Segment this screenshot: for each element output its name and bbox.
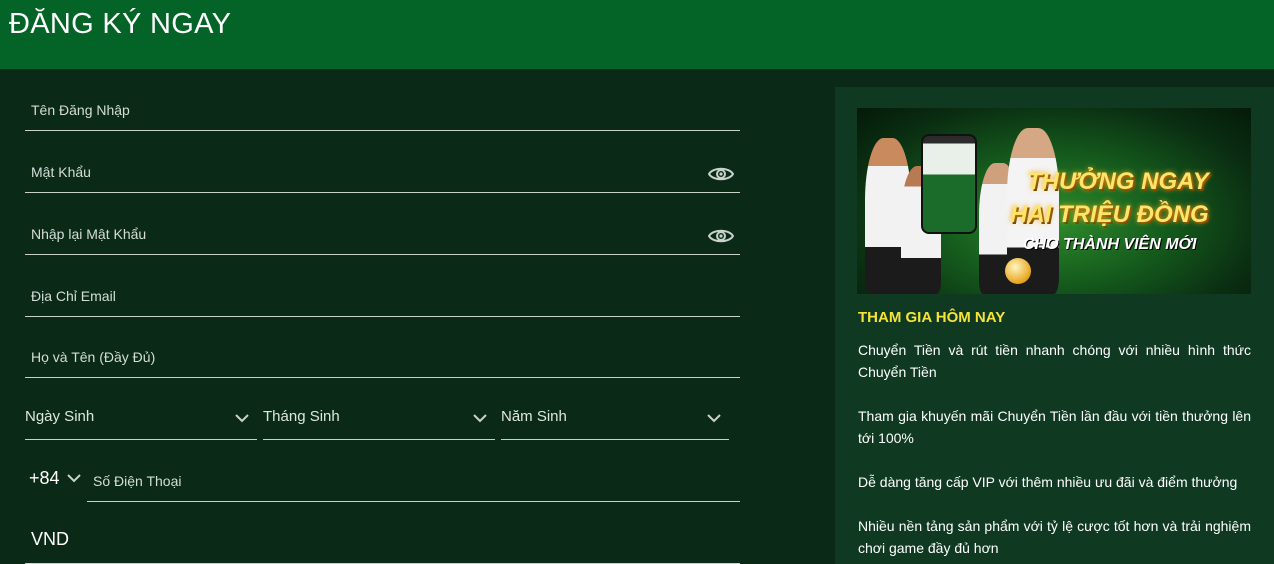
banner-phone-graphic xyxy=(921,134,977,234)
email-field-wrapper xyxy=(25,277,740,317)
benefit-paragraph: Tham gia khuyến mãi Chuyển Tiền lần đầu … xyxy=(858,408,1251,446)
join-today-heading: THAM GIA HÔM NAY xyxy=(858,309,1006,326)
birth-month-select[interactable]: Tháng Sinh xyxy=(263,392,495,440)
confirm-password-field-wrapper xyxy=(25,215,740,255)
password-field-wrapper xyxy=(25,153,740,193)
banner-subheadline: CHO THÀNH VIÊN MỚI xyxy=(1023,236,1197,253)
promo-banner: THƯỞNG NGAY HAI TRIỆU ĐỒNG CHO THÀNH VIÊ… xyxy=(857,108,1251,294)
benefit-paragraph: Dễ dàng tăng cấp VIP với thêm nhiều ưu đ… xyxy=(858,474,1238,490)
page-header: ĐĂNG KÝ NGAY xyxy=(0,0,1274,69)
phone-input[interactable] xyxy=(93,473,693,489)
banner-ball-graphic xyxy=(1005,258,1031,284)
banner-headline-line2: HAI TRIỆU ĐỒNG xyxy=(1010,201,1209,228)
eye-icon[interactable] xyxy=(708,227,734,245)
username-field-wrapper xyxy=(25,91,740,131)
birth-year-select[interactable]: Năm Sinh xyxy=(501,392,729,440)
email-input[interactable] xyxy=(31,288,671,304)
benefit-paragraph: Chuyển Tiền và rút tiền nhanh chóng với … xyxy=(858,342,1251,380)
banner-headline-line1: THƯỞNG NGAY xyxy=(1027,168,1209,195)
birth-month-label: Tháng Sinh xyxy=(263,408,340,425)
fullname-input[interactable] xyxy=(31,349,671,365)
phone-field-wrapper xyxy=(87,461,740,502)
page-title: ĐĂNG KÝ NGAY xyxy=(9,8,232,40)
chevron-down-icon xyxy=(473,414,487,423)
chevron-down-icon xyxy=(235,414,249,423)
birth-day-label: Ngày Sinh xyxy=(25,408,95,425)
birth-day-select[interactable]: Ngày Sinh xyxy=(25,392,257,440)
phone-prefix-value: +84 xyxy=(29,468,60,488)
fullname-field-wrapper xyxy=(25,338,740,378)
confirm-password-input[interactable] xyxy=(31,226,671,242)
currency-value: VND xyxy=(31,529,70,549)
password-input[interactable] xyxy=(31,164,671,180)
birth-year-label: Năm Sinh xyxy=(501,408,567,425)
benefit-paragraph: Nhiều nền tảng sản phẩm với tỷ lệ cược t… xyxy=(858,518,1251,556)
info-panel: THƯỞNG NGAY HAI TRIỆU ĐỒNG CHO THÀNH VIÊ… xyxy=(835,87,1274,564)
username-input[interactable] xyxy=(31,102,671,118)
chevron-down-icon xyxy=(67,474,81,483)
phone-prefix-select[interactable]: +84 xyxy=(25,468,81,501)
currency-select[interactable]: VND xyxy=(25,519,740,564)
chevron-down-icon xyxy=(707,414,721,423)
registration-area: Ngày Sinh Tháng Sinh Năm Sinh +84 VND xyxy=(0,69,1274,564)
eye-icon[interactable] xyxy=(708,165,734,183)
